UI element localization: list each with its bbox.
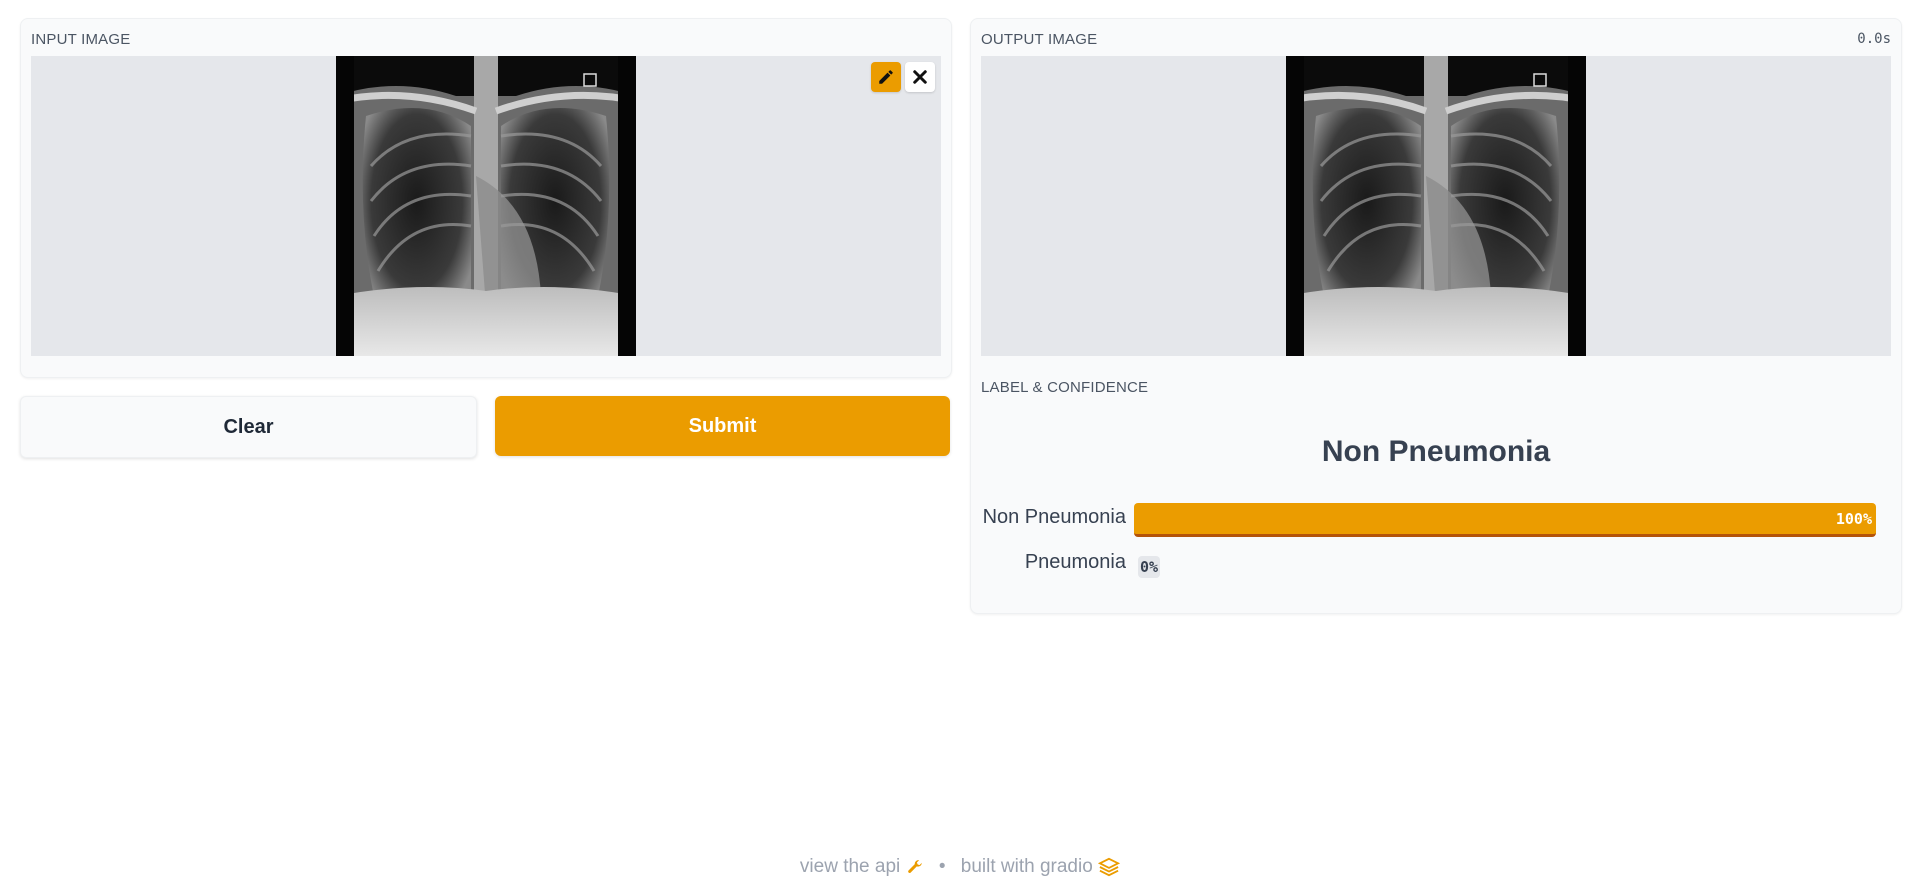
clear-button[interactable]: Clear	[20, 396, 477, 458]
built-with-gradio-link[interactable]: built with gradio	[960, 856, 1121, 877]
submit-button[interactable]: Submit	[495, 396, 950, 456]
footer-separator: •	[938, 856, 946, 878]
confidence-bar: 0%	[1134, 549, 1876, 583]
pencil-icon	[879, 70, 893, 84]
footer: view the api • built with gradio	[0, 856, 1920, 878]
confidence-bar-fill	[1134, 503, 1876, 537]
output-xray-image	[1286, 56, 1586, 356]
confidence-row-label: Non Pneumonia	[982, 506, 1126, 528]
input-image-area[interactable]	[31, 56, 941, 356]
output-image-label: OUTPUT IMAGE	[981, 31, 1098, 48]
confidence-bar: 100%	[1134, 503, 1876, 537]
close-icon	[913, 70, 927, 84]
output-image-area	[981, 56, 1891, 356]
built-with-gradio-text: built with gradio	[960, 856, 1093, 877]
input-image-label: INPUT IMAGE	[31, 31, 131, 48]
input-image-panel: INPUT IMAGE	[20, 18, 952, 378]
edit-button[interactable]	[871, 62, 901, 92]
label-confidence-label: LABEL & CONFIDENCE	[981, 379, 1149, 396]
elapsed-timer: 0.0s	[1857, 31, 1891, 47]
output-panel: OUTPUT IMAGE 0.0s LABEL & CONFIDENCE Non…	[970, 18, 1902, 614]
input-xray-image	[336, 56, 636, 356]
clear-image-button[interactable]	[905, 62, 935, 92]
view-api-text: view the api	[799, 856, 901, 877]
predicted-label: Non Pneumonia	[1321, 435, 1551, 468]
confidence-row-label: Pneumonia	[1024, 551, 1126, 573]
wrench-icon	[907, 860, 922, 873]
confidence-percent: 0%	[1138, 556, 1161, 578]
confidence-percent: 100%	[1835, 510, 1872, 528]
gradio-logo-icon	[1097, 857, 1121, 877]
view-api-link[interactable]: view the api	[800, 856, 929, 877]
